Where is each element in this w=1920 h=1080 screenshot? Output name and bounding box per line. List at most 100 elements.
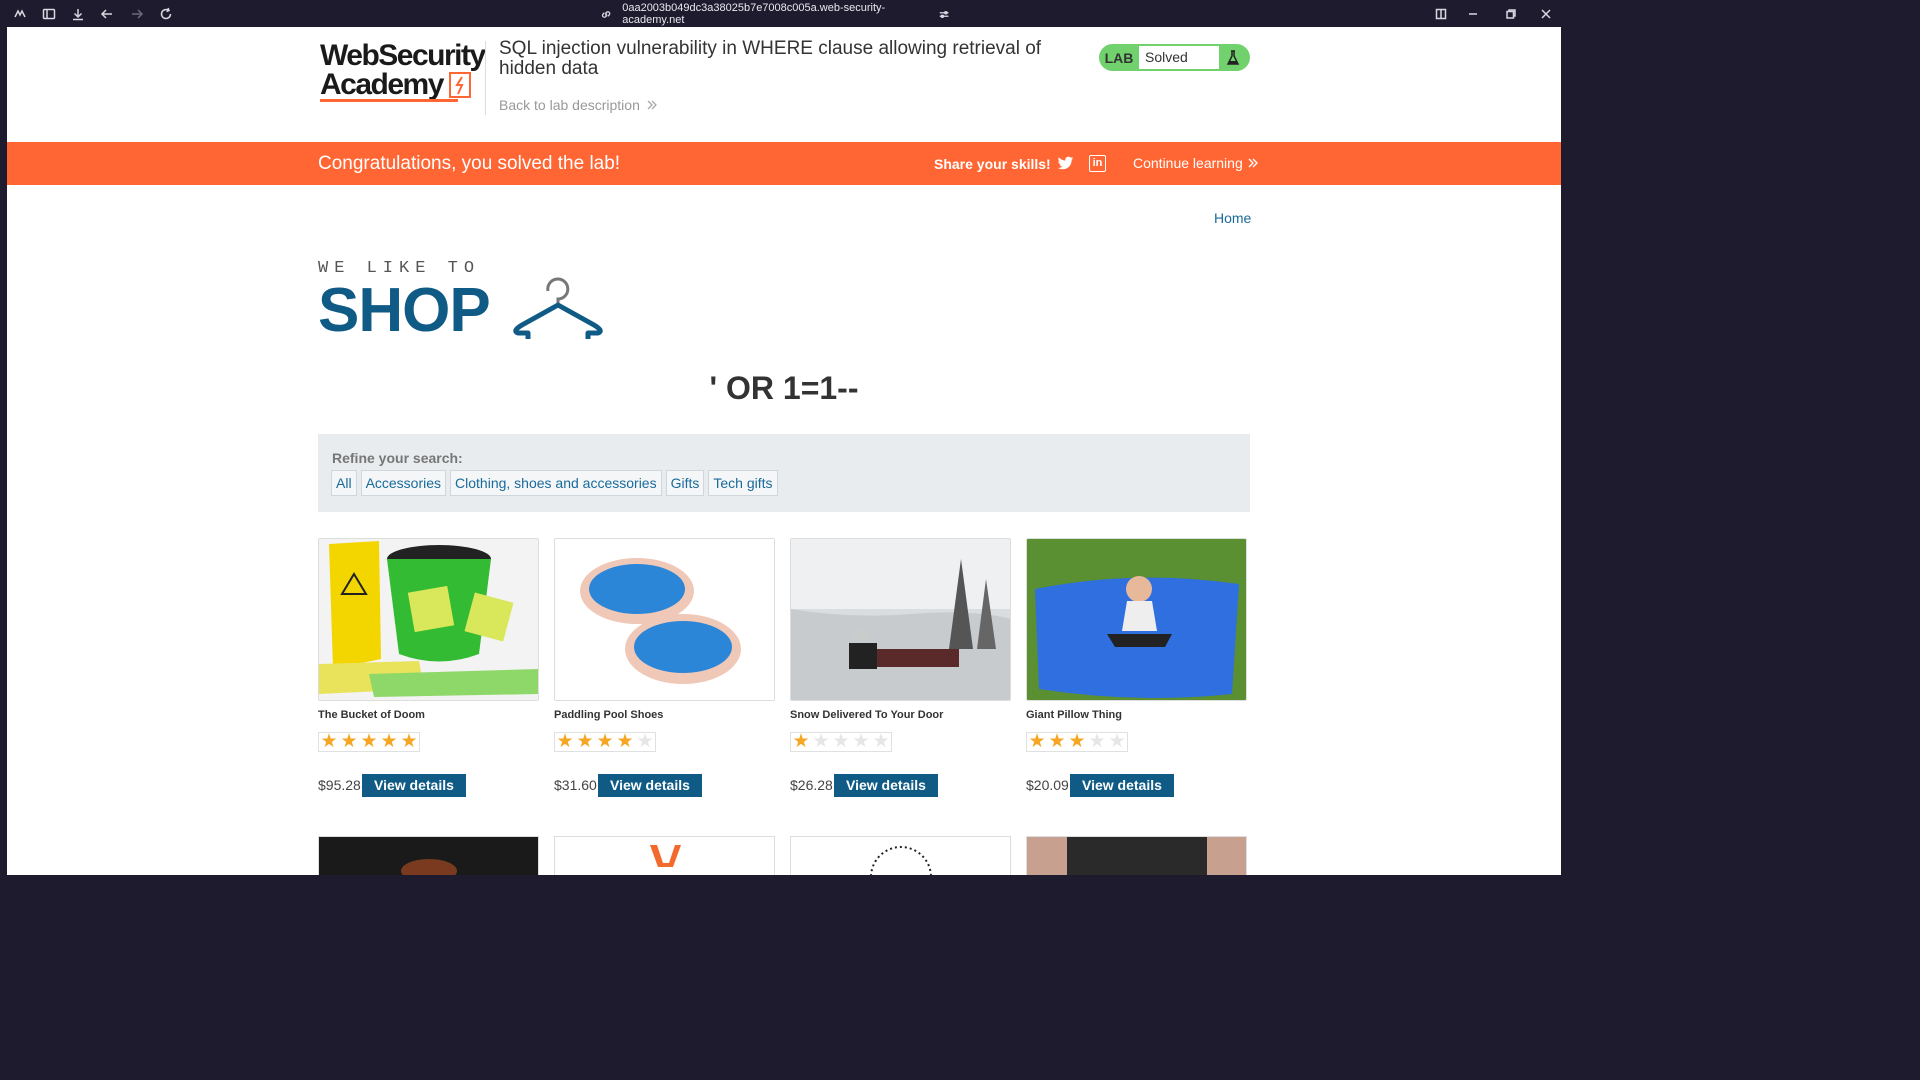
lab-title: SQL injection vulnerability in WHERE cla…: [499, 38, 1042, 79]
restore-icon[interactable]: [1502, 5, 1520, 23]
product-card: Snow Delivered To Your Door ★ ★ ★ ★ ★ $26.28…: [790, 538, 1011, 797]
star-empty-icon: ★: [1108, 731, 1126, 752]
refine-search-panel: Refine your search: All Accessories Clot…: [318, 434, 1250, 512]
rating-stars: ★ ★ ★ ★ ★: [318, 732, 420, 752]
product-price: $31.60: [554, 777, 597, 793]
page-viewport: WebSecurity Academy SQL injection vulner…: [7, 27, 1561, 875]
star-filled-icon: ★: [556, 731, 574, 752]
star-filled-icon: ★: [616, 731, 634, 752]
back-link-label: Back to lab description: [499, 97, 640, 113]
logo-line1: WebSecurity: [320, 39, 486, 72]
split-view-icon[interactable]: [1432, 5, 1450, 23]
double-chevron-right-icon: [1248, 158, 1258, 168]
filter-gifts[interactable]: Gifts: [665, 470, 705, 496]
address-bar[interactable]: 0aa2003b049dc3a38025b7e7008c005a.web-sec…: [600, 2, 950, 26]
back-arrow-icon[interactable]: [98, 5, 116, 23]
lab-header: WebSecurity Academy SQL injection vulner…: [7, 27, 1561, 142]
link-icon: [601, 10, 611, 18]
hanger-icon: [513, 277, 603, 339]
header-divider: [485, 41, 486, 115]
star-empty-icon: ★: [852, 731, 870, 752]
continue-learning-link[interactable]: Continue learning: [1133, 155, 1259, 171]
rating-stars: ★ ★ ★ ★ ★: [1026, 732, 1128, 752]
product-price: $20.09: [1026, 777, 1069, 793]
star-filled-icon: ★: [1028, 731, 1046, 752]
url-text: 0aa2003b049dc3a38025b7e7008c005a.web-sec…: [622, 2, 886, 26]
star-empty-icon: ★: [872, 731, 890, 752]
lab-status-label: LAB: [1104, 49, 1134, 66]
view-details-button[interactable]: View details: [362, 774, 466, 797]
product-image[interactable]: [1026, 836, 1247, 875]
search-query-heading: ' OR 1=1--: [709, 370, 859, 406]
browser-toolbar: 0aa2003b049dc3a38025b7e7008c005a.web-sec…: [0, 0, 1568, 27]
filter-all[interactable]: All: [331, 470, 357, 496]
product-image[interactable]: [790, 836, 1011, 875]
star-filled-icon: ★: [1048, 731, 1066, 752]
download-icon[interactable]: [69, 5, 87, 23]
site-settings-icon[interactable]: [938, 8, 950, 21]
star-filled-icon: ★: [400, 731, 418, 752]
star-empty-icon: ★: [832, 731, 850, 752]
star-filled-icon: ★: [1068, 731, 1086, 752]
product-image[interactable]: [318, 538, 539, 701]
solved-banner: Congratulations, you solved the lab! Sha…: [7, 142, 1561, 185]
logo-underline: [320, 99, 458, 102]
star-filled-icon: ★: [380, 731, 398, 752]
view-details-button[interactable]: View details: [598, 774, 702, 797]
category-filters: All Accessories Clothing, shoes and acce…: [331, 470, 778, 496]
product-image[interactable]: [554, 836, 775, 875]
product-name: The Bucket of Doom: [318, 709, 425, 721]
filter-tech-gifts[interactable]: Tech gifts: [708, 470, 778, 496]
star-filled-icon: ★: [360, 731, 378, 752]
star-filled-icon: ★: [792, 731, 810, 752]
lab-status-widget: LAB Solved: [1099, 44, 1250, 71]
double-chevron-right-icon: [647, 100, 657, 110]
browser-menu-icon[interactable]: [11, 5, 29, 23]
product-name: Giant Pillow Thing: [1026, 709, 1122, 721]
product-price: $95.28: [318, 777, 361, 793]
star-filled-icon: ★: [576, 731, 594, 752]
product-price: $26.28: [790, 777, 833, 793]
logo-line2: Academy: [320, 68, 444, 101]
view-details-button[interactable]: View details: [1070, 774, 1174, 797]
home-link[interactable]: Home: [1214, 210, 1251, 226]
share-label: Share your skills!: [934, 156, 1051, 172]
product-card: Giant Pillow Thing ★ ★ ★ ★ ★ $20.09 View det…: [1026, 538, 1247, 797]
rating-stars: ★ ★ ★ ★ ★: [790, 732, 892, 752]
minimize-icon[interactable]: [1464, 5, 1482, 23]
congrats-message: Congratulations, you solved the lab!: [318, 153, 621, 174]
sidebar-toggle-icon[interactable]: [40, 5, 58, 23]
refine-label: Refine your search:: [332, 450, 463, 466]
star-empty-icon: ★: [636, 731, 654, 752]
product-card: Paddling Pool Shoes ★ ★ ★ ★ ★ $31.60 View de…: [554, 538, 775, 797]
linkedin-icon[interactable]: in: [1089, 155, 1106, 172]
close-window-icon[interactable]: [1537, 5, 1555, 23]
shop-logo: WE LIKE TO SHOP: [318, 259, 618, 345]
product-image[interactable]: [790, 538, 1011, 701]
lab-status-value: Solved: [1139, 46, 1219, 69]
product-image[interactable]: [554, 538, 775, 701]
filter-accessories[interactable]: Accessories: [360, 470, 447, 496]
star-empty-icon: ★: [1088, 731, 1106, 752]
flask-icon: [1219, 49, 1246, 66]
star-filled-icon: ★: [320, 731, 338, 752]
academy-logo[interactable]: WebSecurity Academy: [320, 41, 490, 103]
logo-mark-icon: [448, 72, 471, 98]
rating-stars: ★ ★ ★ ★ ★: [554, 732, 656, 752]
forward-arrow-icon[interactable]: [128, 5, 146, 23]
view-details-button[interactable]: View details: [834, 774, 938, 797]
back-to-description-link[interactable]: Back to lab description: [499, 97, 658, 113]
star-empty-icon: ★: [812, 731, 830, 752]
product-image[interactable]: [318, 836, 539, 875]
star-filled-icon: ★: [340, 731, 358, 752]
star-filled-icon: ★: [596, 731, 614, 752]
shop-logo-title: SHOP: [318, 276, 491, 345]
product-name: Paddling Pool Shoes: [554, 709, 664, 721]
filter-clothing[interactable]: Clothing, shoes and accessories: [450, 470, 662, 496]
twitter-icon[interactable]: [1057, 155, 1074, 172]
product-image[interactable]: [1026, 538, 1247, 701]
continue-learning-label: Continue learning: [1133, 155, 1243, 171]
product-name: Snow Delivered To Your Door: [790, 709, 944, 721]
product-card: The Bucket of Doom ★ ★ ★ ★ ★ $95.28 View det…: [318, 538, 539, 797]
reload-icon[interactable]: [157, 5, 175, 23]
